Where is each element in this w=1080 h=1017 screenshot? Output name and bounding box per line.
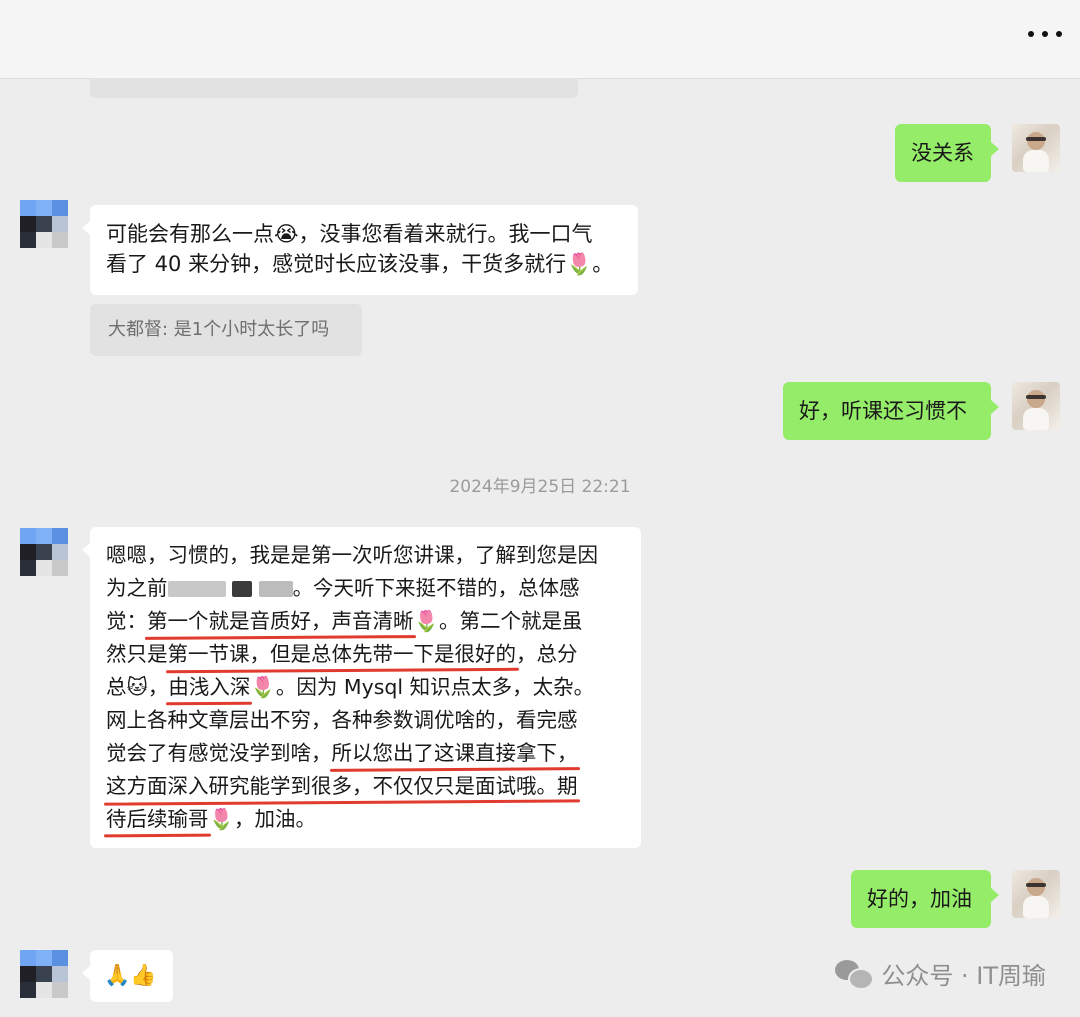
text-segment: 🌷，加油。 xyxy=(208,807,317,831)
watermark-text: 公众号 · IT周瑜 xyxy=(881,961,1046,990)
chat-timestamp: 2024年9月25日 22:21 xyxy=(449,477,631,497)
wechat-icon xyxy=(835,958,875,990)
underlined-text: 由浅入深 xyxy=(168,675,251,699)
quoted-reply[interactable]: 大都督: 是1个小时太长了吗 xyxy=(90,304,362,356)
previous-message-bubble xyxy=(90,78,578,98)
message-line: 可能会有那么一点😭，没事您看着来就行。我一口气 xyxy=(106,222,593,246)
text-segment: 。今天听下来挺不错的，总体感 xyxy=(292,576,580,600)
text-segment: 总🐱， xyxy=(106,675,169,699)
contact-avatar[interactable] xyxy=(20,528,68,576)
text-segment: 觉： xyxy=(106,609,147,633)
contact-avatar[interactable] xyxy=(20,200,68,248)
message-line: 嗯嗯，习惯的，我是是第一次听您讲课，了解到您是因 xyxy=(106,543,598,567)
text-segment: 🌷。因为 Mysql 知识点太多，太杂。 xyxy=(250,675,595,699)
watermark: 公众号 · IT周瑜 xyxy=(835,955,1046,991)
underlined-text: 所以您出了这课直接拿下， xyxy=(331,741,578,765)
text-segment: ，总分 xyxy=(516,642,578,666)
underlined-text: 第一节课，但是总体先带一下是很好的 xyxy=(167,642,517,666)
message-line: 待后续瑜哥🌷，加油。 xyxy=(106,803,625,836)
incoming-message[interactable]: 🙏👍 xyxy=(82,950,173,1002)
underlined-text: 待后续瑜哥 xyxy=(106,807,209,831)
message-line: 为之前 。今天听下来挺不错的，总体感 xyxy=(106,572,625,605)
outgoing-message[interactable]: 没关系 xyxy=(895,124,999,182)
contact-avatar[interactable] xyxy=(20,950,68,998)
incoming-message[interactable]: 可能会有那么一点😭，没事您看着来就行。我一口气 看了 40 来分钟，感觉时长应该… xyxy=(82,205,638,295)
incoming-message[interactable]: 嗯嗯，习惯的，我是是第一次听您讲课，了解到您是因 为之前 。今天听下来挺不错的，… xyxy=(82,527,641,848)
redacted-text xyxy=(232,581,253,597)
underlined-text: 这方面深入研究能学到很多，不仅仅只是面试哦。期 xyxy=(106,774,578,798)
message-text: 🙏👍 xyxy=(104,963,157,987)
message-line: 觉：第一个就是音质好，声音清晰🌷。第二个就是虽 xyxy=(106,605,625,638)
message-text: 没关系 xyxy=(911,141,974,165)
message-text: 好的，加油 xyxy=(867,887,972,911)
self-avatar[interactable] xyxy=(1012,382,1060,430)
underlined-text: 第一个就是音质好，声音清晰 xyxy=(147,609,414,633)
redacted-text xyxy=(258,581,293,597)
message-text: 好，听课还习惯不 xyxy=(799,399,967,423)
redacted-text xyxy=(167,581,226,597)
more-options-icon[interactable] xyxy=(1028,24,1062,44)
message-line: 网上各种文章层出不穷，各种参数调优啥的，看完感 xyxy=(106,708,578,732)
chat-header xyxy=(0,0,1080,79)
text-segment: 然只是 xyxy=(106,642,168,666)
message-line: 觉会了有感觉没学到啥，所以您出了这课直接拿下， xyxy=(106,737,625,770)
outgoing-message[interactable]: 好的，加油 xyxy=(851,870,999,928)
message-line: 总🐱，由浅入深🌷。因为 Mysql 知识点太多，太杂。 xyxy=(106,671,625,704)
text-segment: 为之前 xyxy=(106,576,168,600)
self-avatar[interactable] xyxy=(1012,870,1060,918)
message-line: 这方面深入研究能学到很多，不仅仅只是面试哦。期 xyxy=(106,770,625,803)
self-avatar[interactable] xyxy=(1012,124,1060,172)
text-segment: 觉会了有感觉没学到啥， xyxy=(106,741,332,765)
message-line: 然只是第一节课，但是总体先带一下是很好的，总分 xyxy=(106,638,625,671)
message-line: 看了 40 来分钟，感觉时长应该没事，干货多就行🌷。 xyxy=(106,252,614,276)
outgoing-message[interactable]: 好，听课还习惯不 xyxy=(783,382,999,440)
text-segment: 🌷。第二个就是虽 xyxy=(413,609,583,633)
